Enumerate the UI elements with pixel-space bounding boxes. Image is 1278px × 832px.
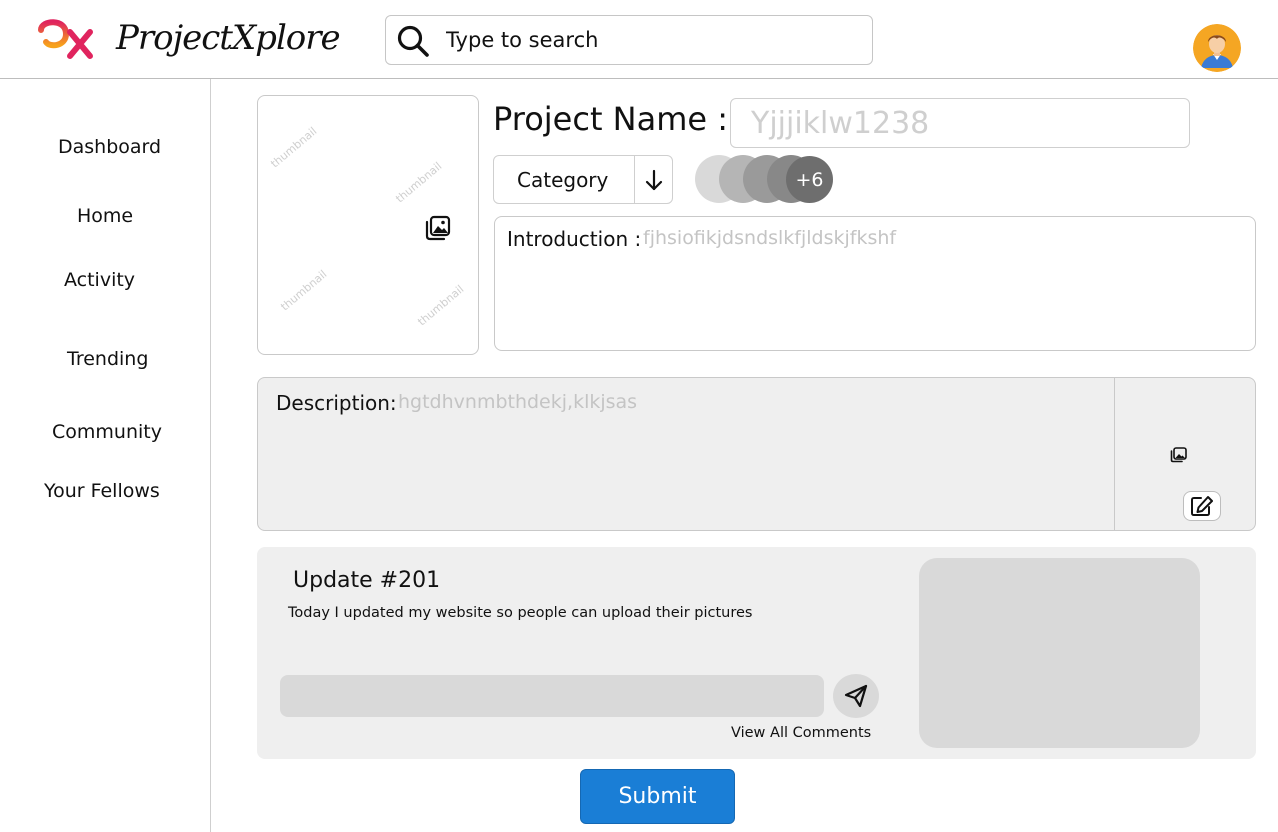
comment-input[interactable] [280,675,824,717]
update-title: Update #201 [293,568,441,593]
submit-button[interactable]: Submit [580,769,735,824]
description-field[interactable]: Description: hgtdhvnmbthdekj,klkjsas [257,377,1256,531]
send-icon [844,684,868,708]
sidebar-item-community[interactable]: Community [52,421,162,443]
sidebar-item-your-fellows[interactable]: Your Fellows [44,480,160,502]
category-divider [634,156,635,203]
logo-icon[interactable] [36,14,98,84]
thumbnail-watermark: thumbnail [278,267,330,314]
more-members-badge[interactable]: +6 [786,156,833,203]
description-divider [1114,378,1115,530]
search-input[interactable] [446,16,856,64]
sidebar-item-trending[interactable]: Trending [67,348,148,370]
thumbnail-watermark: thumbnail [268,124,320,171]
introduction-field[interactable]: Introduction : fjhsiofikjdsndslkfjldskjf… [494,216,1256,351]
thumbnail-watermark: thumbnail [415,282,467,329]
thumbnail-watermark: thumbnail [393,159,445,206]
sidebar-item-dashboard[interactable]: Dashboard [58,136,161,158]
introduction-value[interactable]: fjhsiofikjdsndslkfjldskjfkshf [643,227,896,249]
send-comment-button[interactable] [833,674,879,718]
user-avatar[interactable] [1193,24,1241,72]
arrow-down-icon[interactable] [642,167,666,193]
category-dropdown[interactable]: Category [493,155,673,204]
sidebar: Dashboard Home Activity Trending Communi… [0,79,211,832]
app-name: ProjectXplore [116,18,341,58]
edit-icon [1191,496,1213,516]
update-text: Today I updated my website so people can… [288,605,753,621]
view-all-comments-link[interactable]: View All Comments [731,725,871,741]
category-label: Category [517,168,609,192]
image-gallery-icon[interactable] [424,214,452,242]
search-bar[interactable] [385,15,873,65]
project-name-input[interactable] [730,98,1190,148]
edit-button[interactable] [1183,491,1221,521]
search-icon[interactable] [396,24,430,58]
sidebar-item-home[interactable]: Home [77,205,133,227]
description-value[interactable]: hgtdhvnmbthdekj,klkjsas [398,391,637,413]
image-gallery-icon[interactable] [1170,447,1188,463]
description-label: Description: [276,391,397,415]
thumbnail-upload[interactable]: thumbnail thumbnail thumbnail thumbnail [257,95,479,355]
update-image [919,558,1200,748]
introduction-label: Introduction : [507,227,642,251]
top-bar: ProjectXplore [0,0,1278,83]
project-name-label: Project Name : [493,100,729,138]
sidebar-item-activity[interactable]: Activity [64,269,135,291]
update-card: Update #201 Today I updated my website s… [257,547,1256,759]
